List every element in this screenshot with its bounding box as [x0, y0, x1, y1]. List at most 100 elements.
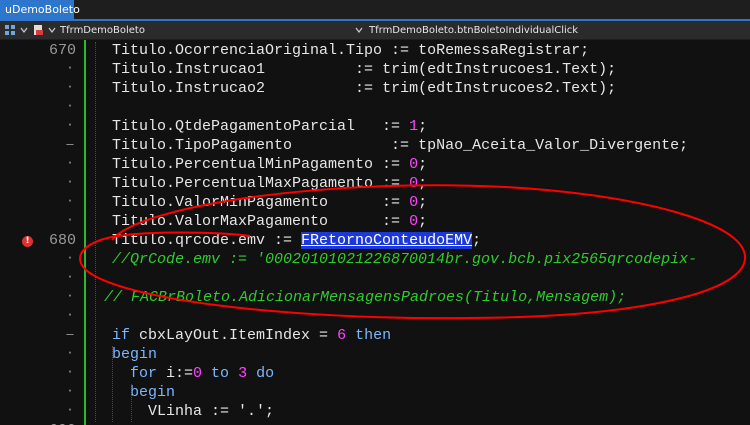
document-icon[interactable]	[32, 24, 44, 36]
gutter-marker: ·	[66, 175, 74, 189]
code-text: Titulo.ValorMaxPagamento := 0;	[112, 213, 427, 232]
code-token: trim(edtInstrucoes1.Text);	[382, 61, 617, 78]
code-token: begin	[112, 346, 158, 363]
code-line[interactable]: · Titulo.ValorMaxPagamento := 0;	[0, 213, 750, 232]
code-token: to	[211, 365, 239, 382]
gutter-marker: ·	[66, 213, 74, 227]
code-text: for i:=0 to 3 do	[112, 365, 274, 384]
chevron-down-icon[interactable]	[20, 26, 28, 34]
code-line[interactable]: · Titulo.PercentualMaxPagamento := 0;	[0, 175, 750, 194]
tab-strip: uDemoBoleto	[0, 0, 750, 21]
code-token: Titulo.OcorrenciaOriginal.Tipo	[112, 42, 392, 59]
class-selector[interactable]: TfrmDemoBoleto	[60, 25, 145, 36]
code-line[interactable]: ·	[0, 99, 750, 118]
gutter-marker: ·	[66, 365, 74, 379]
grid-icon[interactable]	[4, 24, 16, 36]
code-token: Titulo.TipoPagamento	[112, 137, 392, 154]
code-token: :=	[355, 80, 383, 97]
code-line[interactable]: 680 Titulo.qrcode.emv := FRetornoConteudo…	[0, 232, 750, 251]
code-token: ;	[472, 232, 482, 249]
gutter-marker: ·	[66, 251, 74, 265]
code-line[interactable]: · //QrCode.emv := '00020101021226870014br…	[0, 251, 750, 270]
code-line[interactable]: – Titulo.TipoPagamento := tpNao_Aceita_Va…	[0, 137, 750, 156]
code-token: tpNao_Aceita_Valor_Divergente;	[418, 137, 689, 154]
code-token: ;	[418, 156, 428, 173]
code-editor[interactable]: 670 Titulo.OcorrenciaOriginal.Tipo := toR…	[0, 40, 750, 425]
code-text: begin	[112, 384, 175, 403]
code-token: Titulo.PercentualMinPagamento	[112, 156, 383, 173]
code-token: ;	[418, 118, 428, 135]
code-token: ;	[418, 213, 428, 230]
code-token: Titulo.Instrucao1	[112, 61, 356, 78]
code-token: cbxLayOut.ItemIndex	[139, 327, 320, 344]
modified-lines-bar	[84, 40, 86, 425]
code-token: do	[256, 365, 275, 382]
code-token: '.';	[238, 403, 275, 420]
code-token: =	[319, 327, 338, 344]
gutter-marker: –	[66, 327, 74, 341]
code-text: Titulo.Instrucao1 := trim(edtInstrucoes1…	[112, 61, 616, 80]
code-token: :=	[355, 61, 383, 78]
code-text: Titulo.PercentualMaxPagamento := 0;	[112, 175, 427, 194]
code-token: Titulo.PercentualMaxPagamento	[112, 175, 383, 192]
code-text: VLinha := '.';	[112, 403, 274, 422]
code-token: i:=	[166, 365, 194, 382]
indent-guide	[95, 42, 97, 422]
method-selector[interactable]: TfrmDemoBoleto.btnBoletoIndividualClick	[369, 25, 578, 36]
code-line[interactable]: ·	[0, 308, 750, 327]
code-token: :=	[382, 118, 410, 135]
code-text: Titulo.ValorMinPagamento := 0;	[112, 194, 427, 213]
code-token: if	[112, 327, 140, 344]
code-token: :=	[391, 137, 419, 154]
code-line[interactable]: · Titulo.Instrucao1 := trim(edtInstrucoes…	[0, 61, 750, 80]
gutter-marker: ·	[66, 346, 74, 360]
code-token: Titulo.Instrucao2	[112, 80, 356, 97]
code-token: :=	[382, 156, 410, 173]
code-token: :=	[391, 42, 419, 59]
code-line[interactable]: · // FACBrBoleto.AdicionarMensagensPadroe…	[0, 289, 750, 308]
gutter-marker: ·	[66, 289, 74, 303]
gutter-marker: –	[66, 137, 74, 151]
gutter-marker: ·	[66, 384, 74, 398]
code-token: 0	[409, 213, 419, 230]
indent-guide	[131, 384, 133, 422]
code-token: 0	[193, 365, 212, 382]
code-text: Titulo.qrcode.emv := FRetornoConteudoEMV…	[112, 232, 481, 251]
code-line[interactable]: – if cbxLayOut.ItemIndex = 6 then	[0, 327, 750, 346]
code-line[interactable]: · Titulo.PercentualMinPagamento := 0;	[0, 156, 750, 175]
gutter-marker: ·	[66, 156, 74, 170]
code-token: 0	[409, 175, 419, 192]
code-token: 3	[238, 365, 257, 382]
line-number: 670	[48, 42, 76, 59]
code-token: begin	[112, 384, 176, 401]
indent-guide	[112, 346, 114, 422]
code-token: Titulo.ValorMinPagamento	[112, 194, 383, 211]
code-token: trim(edtInstrucoes2.Text);	[382, 80, 617, 97]
code-line[interactable]: ·	[0, 270, 750, 289]
chevron-down-icon[interactable]	[48, 26, 56, 34]
gutter-marker: ·	[66, 270, 74, 284]
gutter-marker: ·	[66, 403, 74, 417]
code-text: Titulo.Instrucao2 := trim(edtInstrucoes2…	[112, 80, 616, 99]
code-text: // FACBrBoleto.AdicionarMensagensPadroes…	[104, 289, 626, 308]
code-token: 0	[409, 156, 419, 173]
code-line[interactable]: · Titulo.Instrucao2 := trim(edtInstrucoes…	[0, 80, 750, 99]
gutter-marker: ·	[66, 194, 74, 208]
code-token: toRemessaRegistrar;	[418, 42, 590, 59]
code-line[interactable]: 670 Titulo.OcorrenciaOriginal.Tipo := toR…	[0, 42, 750, 61]
code-text: Titulo.TipoPagamento := tpNao_Aceita_Val…	[112, 137, 688, 156]
line-number: 680	[48, 232, 76, 249]
tab-udemoboleto[interactable]: uDemoBoleto	[0, 0, 80, 19]
selected-identifier: FRetornoConteudoEMV	[301, 232, 473, 249]
code-line[interactable]: · Titulo.QtdePagamentoParcial := 1;	[0, 118, 750, 137]
code-token: Titulo.ValorMaxPagamento	[112, 213, 383, 230]
code-token: :=	[382, 194, 410, 211]
code-text: if cbxLayOut.ItemIndex = 6 then	[112, 327, 391, 346]
gutter-marker: ·	[66, 308, 74, 322]
code-line[interactable]: · Titulo.ValorMinPagamento := 0;	[0, 194, 750, 213]
code-token: 1	[409, 118, 419, 135]
gutter-marker: ·	[66, 99, 74, 113]
code-token: //QrCode.emv := '00020101021226870014br.…	[112, 251, 698, 268]
code-token: 0	[409, 194, 419, 211]
chevron-down-icon[interactable]	[355, 26, 363, 34]
